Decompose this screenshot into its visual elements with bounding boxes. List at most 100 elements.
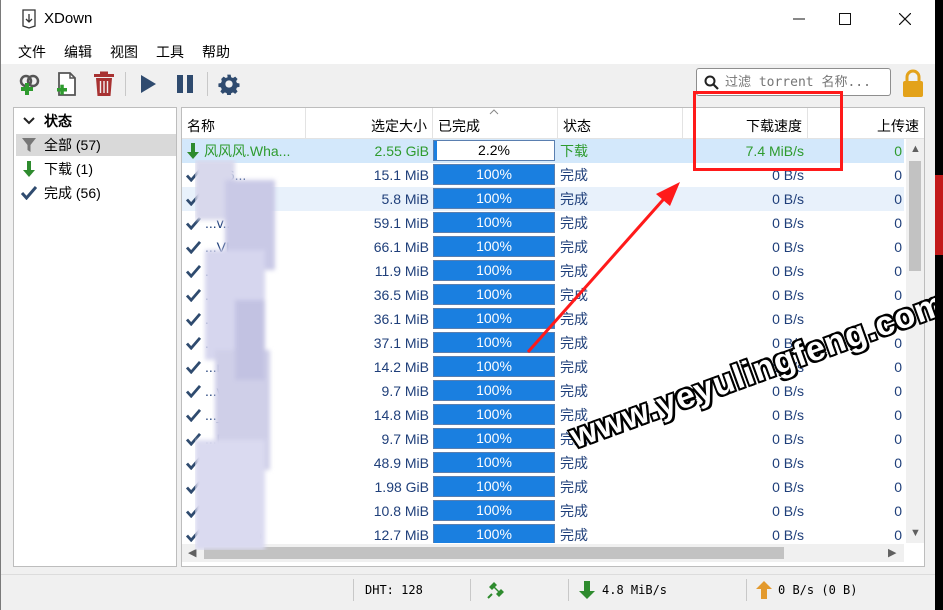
cell-download-speed: 0 B/s xyxy=(772,263,804,279)
cell-progress: 100% xyxy=(433,379,557,403)
play-icon xyxy=(141,75,156,93)
cell-size: 12.7 MiB xyxy=(373,527,429,543)
cell-upload-speed: 0 xyxy=(894,383,902,399)
torrent-name: 风风风.Wha... xyxy=(204,143,291,159)
cell-download-speed: 0 B/s xyxy=(772,311,804,327)
progress-label: 100% xyxy=(476,502,512,518)
cell-size: 36.1 MiB xyxy=(373,311,429,327)
pause-icon xyxy=(177,75,193,93)
progress-bar: 100% xyxy=(433,524,555,543)
sidebar-item-completed[interactable]: 完成 (56) xyxy=(16,182,176,204)
cell-progress: 100% xyxy=(433,427,557,451)
cell-size: 66.1 MiB xyxy=(373,239,429,255)
annotation-arrow-icon xyxy=(526,182,680,353)
add-link-button[interactable] xyxy=(16,70,44,98)
cell-size: 36.5 MiB xyxy=(373,287,429,303)
column-header-name[interactable]: 名称 xyxy=(182,108,306,138)
vertical-scroll-thumb[interactable] xyxy=(909,161,921,271)
cell-size: 15.1 MiB xyxy=(373,167,429,183)
menu-tools[interactable]: 工具 xyxy=(156,42,184,62)
scroll-right-icon[interactable]: ▶ xyxy=(888,546,896,559)
progress-bar: 100% xyxy=(433,404,555,425)
cell-upload-speed: 0 xyxy=(894,407,902,423)
cell-upload-speed: 0 xyxy=(894,431,902,447)
cell-progress: 100% xyxy=(433,475,557,499)
maximize-button[interactable] xyxy=(822,0,868,38)
sidebar-item-all[interactable]: 全部 (57) xyxy=(16,134,176,156)
cell-download-speed: 0 B/s xyxy=(772,239,804,255)
scroll-up-icon[interactable]: ▲ xyxy=(910,143,921,155)
menu-edit[interactable]: 编辑 xyxy=(64,42,92,62)
cell-upload-speed: 0 xyxy=(894,215,902,231)
cell-status: 完成 xyxy=(560,479,588,495)
xdown-logo-icon xyxy=(22,9,36,29)
dht-nodes-text: DHT: 128 xyxy=(365,583,423,597)
lock-icon[interactable] xyxy=(901,68,925,98)
sort-ascending-icon xyxy=(489,109,499,115)
start-button[interactable] xyxy=(134,70,162,98)
menu-view[interactable]: 视图 xyxy=(110,42,138,62)
cell-size: 14.2 MiB xyxy=(373,359,429,375)
cell-download-speed: 0 B/s xyxy=(772,287,804,303)
vertical-scrollbar[interactable]: ▲ ▼ xyxy=(906,139,924,543)
minimize-button[interactable] xyxy=(776,0,822,38)
filter-icon xyxy=(18,138,40,152)
add-link-icon xyxy=(19,74,40,95)
window-title: XDown xyxy=(44,10,93,27)
cell-size: 9.7 MiB xyxy=(381,383,429,399)
column-header-progress[interactable]: 已完成 xyxy=(433,108,558,138)
sidebar-item-label: 下载 (1) xyxy=(44,161,93,177)
cell-upload-speed: 0 xyxy=(894,239,902,255)
search-input[interactable] xyxy=(725,73,885,91)
minimize-icon xyxy=(793,18,805,20)
add-file-icon xyxy=(57,72,76,96)
cell-size: 14.8 MiB xyxy=(373,407,429,423)
scroll-down-icon[interactable]: ▼ xyxy=(910,527,921,539)
settings-icon xyxy=(218,74,240,95)
title-bar: XDown xyxy=(1,0,936,38)
sidebar-item-downloading[interactable]: 下载 (1) xyxy=(16,158,176,180)
sidebar-item-label: 全部 (57) xyxy=(44,137,101,153)
upload-speed-icon xyxy=(756,581,772,599)
cell-upload-speed: 0 xyxy=(894,455,902,471)
add-file-button[interactable] xyxy=(53,70,81,98)
progress-label: 100% xyxy=(476,406,512,422)
download-speed-text: 4.8 MiB/s xyxy=(602,583,668,597)
statusbar-separator xyxy=(568,579,569,601)
cell-download-speed: 0 B/s xyxy=(772,215,804,231)
sidebar-group-status[interactable]: 状态 xyxy=(16,110,176,132)
download-arrow-icon xyxy=(18,161,40,177)
menu-file[interactable]: 文件 xyxy=(18,42,46,62)
background-edge-accent xyxy=(935,175,943,255)
progress-bar: 100% xyxy=(433,428,555,449)
settings-button[interactable] xyxy=(215,70,243,98)
cell-upload-speed: 0 xyxy=(894,503,902,519)
cell-size: 10.8 MiB xyxy=(373,503,429,519)
progress-label: 100% xyxy=(476,454,512,470)
cell-size: 1.98 GiB xyxy=(374,479,429,495)
cell-size: 5.8 MiB xyxy=(381,191,429,207)
cell-progress: 100% xyxy=(433,523,557,543)
cell-size: 37.1 MiB xyxy=(373,335,429,351)
statusbar-separator xyxy=(353,579,354,601)
menu-help[interactable]: 帮助 xyxy=(202,42,230,62)
delete-button[interactable] xyxy=(90,70,118,98)
column-header-status[interactable]: 状态 xyxy=(558,108,683,138)
pause-button[interactable] xyxy=(171,70,199,98)
cell-size: 2.55 GiB xyxy=(374,143,429,159)
cell-progress: 2.2% xyxy=(433,139,557,163)
progress-label: 100% xyxy=(476,478,512,494)
cell-download-speed: 0 B/s xyxy=(772,431,804,447)
status-bar: DHT: 128 4.8 MiB/s 0 B/s (0 B) xyxy=(1,574,936,605)
toolbar-separator xyxy=(125,72,126,96)
cell-size: 59.1 MiB xyxy=(373,215,429,231)
column-header-size[interactable]: 选定大小 xyxy=(306,108,433,138)
cell-download-speed: 0 B/s xyxy=(772,455,804,471)
close-button[interactable] xyxy=(882,0,928,38)
cell-download-speed: 0 B/s xyxy=(772,503,804,519)
delete-icon xyxy=(94,71,114,96)
highlight-annotation-box xyxy=(693,91,843,171)
connection-plug-icon[interactable] xyxy=(486,580,506,600)
status-sidebar: 状态 全部 (57) 下载 (1) 完成 (56) xyxy=(13,107,177,567)
cell-progress: 100% xyxy=(433,499,557,523)
